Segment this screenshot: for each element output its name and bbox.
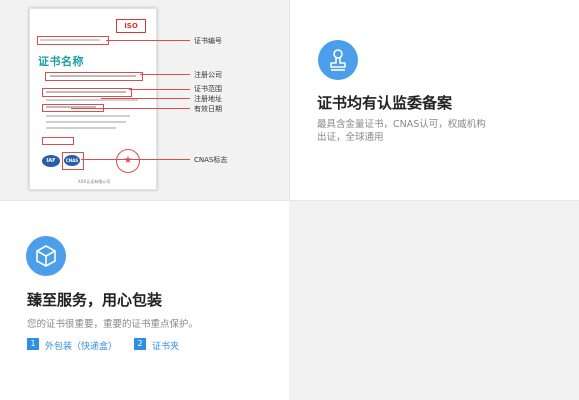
callout-line <box>129 89 190 90</box>
callout-cnas: CNAS标志 <box>194 156 228 164</box>
cert-scope-text <box>46 91 126 93</box>
cnas-badge: CNAS <box>64 155 80 166</box>
callout-address: 注册地址 <box>194 95 222 103</box>
callout-line <box>101 98 190 99</box>
feature-service-panel: 臻至服务，用心包装 您的证书很重要，重要的证书重点保护。 1 外包装（快递盒） … <box>0 200 289 400</box>
certificate-title: 证书名称 <box>38 55 84 68</box>
feature-record-desc: 最具含金量证书，CNAS认可，权威机构 出证，全球通用 <box>317 118 557 144</box>
iaf-badge: IAF <box>42 155 60 167</box>
callout-scope: 证书范围 <box>194 85 222 93</box>
feature-service-title: 臻至服务，用心包装 <box>27 291 163 309</box>
cert-line <box>46 121 126 123</box>
feature-record-panel: 证书均有认监委备案 最具含金量证书，CNAS认可，权威机构 出证，全球通用 <box>289 0 579 200</box>
feature-record-desc-line1: 最具含金量证书，CNAS认可，权威机构 <box>317 119 486 130</box>
cert-company-text <box>50 75 136 77</box>
stamp-icon <box>318 40 358 80</box>
callout-company: 注册公司 <box>194 71 222 79</box>
certificate-image: ISO 证书名称 IAF CNAS ★ XXX认证有限公司 <box>29 8 157 190</box>
callout-line <box>106 40 190 41</box>
callout-cert-number: 证书编号 <box>194 37 222 45</box>
cert-date-box <box>42 137 74 145</box>
cert-line <box>46 99 138 101</box>
certificate-feature-page: ISO 证书名称 IAF CNAS ★ XXX认证有限公司 证书编号 注册公司 … <box>0 0 579 400</box>
option-number-1: 1 <box>27 338 39 350</box>
cert-line <box>46 127 116 129</box>
certificate-panel: ISO 证书名称 IAF CNAS ★ XXX认证有限公司 证书编号 注册公司 … <box>0 0 289 200</box>
empty-panel <box>289 200 579 400</box>
red-seal-icon: ★ <box>116 149 140 173</box>
callout-line <box>71 108 190 109</box>
box-icon <box>26 236 66 276</box>
option-outer-packaging[interactable]: 外包装（快递盒） <box>45 339 117 352</box>
cert-line <box>46 115 130 117</box>
feature-record-desc-line2: 出证，全球通用 <box>317 132 384 143</box>
callout-line <box>140 74 190 75</box>
feature-service-desc: 您的证书很重要，重要的证书重点保护。 <box>27 319 199 330</box>
feature-record-title: 证书均有认监委备案 <box>317 94 453 112</box>
callout-valid-date: 有效日期 <box>194 105 222 113</box>
callout-line <box>81 159 190 160</box>
cert-footer: XXX认证有限公司 <box>78 179 111 184</box>
option-certificate-folder[interactable]: 证书夹 <box>152 339 179 352</box>
cert-number-text <box>40 39 100 41</box>
cert-stamp-logo: ISO <box>116 19 146 33</box>
option-number-2: 2 <box>134 338 146 350</box>
